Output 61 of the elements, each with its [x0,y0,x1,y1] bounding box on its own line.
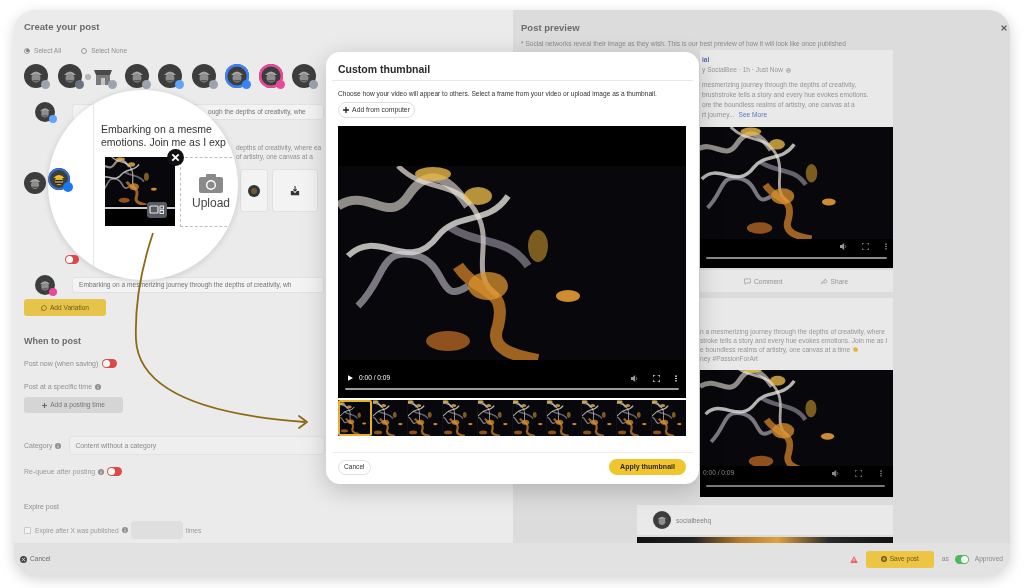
media-tile[interactable] [240,169,268,212]
account-avatar[interactable] [57,64,82,88]
upload-tile[interactable] [272,169,318,212]
play-icon[interactable] [348,375,353,381]
checkbox[interactable] [24,526,31,534]
cancel-icon [20,555,27,563]
video-frame-thumbnail[interactable] [617,400,652,436]
account-avatar[interactable] [35,275,55,295]
account-avatar[interactable] [24,172,46,194]
dialog-title: Custom thumbnail [338,63,431,76]
volume-icon[interactable] [840,243,847,250]
account-avatar [48,168,70,190]
post-text-line: Embarking on a mesme [101,123,212,135]
toggle-switch[interactable] [954,554,969,564]
video-frame-thumbnail[interactable] [512,400,547,436]
close-icon[interactable] [167,149,184,166]
video-thumbnail[interactable] [105,157,175,226]
section-title: When to post [24,336,81,346]
video-frame-thumbnail[interactable] [582,400,617,436]
camera-icon [199,174,223,193]
video-frame-thumbnail[interactable] [477,400,512,436]
toggle-switch[interactable] [65,255,79,264]
comment-icon [744,277,751,285]
toggle-switch[interactable] [107,467,123,476]
round-image-icon [248,184,260,197]
account-avatar[interactable] [124,64,149,88]
tray-icon [290,185,300,196]
thumbnail-icon[interactable] [147,202,167,218]
profile-avatar [653,511,671,529]
video-frame-thumbnail[interactable] [407,400,442,436]
info-icon [95,384,102,390]
plus-icon [343,107,350,113]
warning-icon [849,555,858,563]
video-frame-thumbnail[interactable] [372,400,407,436]
info-icon [98,468,105,475]
video-frame-thumbnail[interactable] [442,400,477,436]
account-avatar[interactable] [258,64,283,88]
radio-button[interactable] [24,47,30,54]
volume-icon[interactable] [631,374,638,382]
account-avatar[interactable] [158,64,182,88]
volume-icon[interactable] [832,470,839,477]
globe-icon [786,67,791,73]
panel-title: Post preview [521,22,580,34]
bubble-icon [40,304,47,311]
emoji-icon [853,347,859,352]
plus-icon [42,402,48,408]
account-avatar[interactable] [225,64,249,88]
plus-circle-icon [880,556,887,562]
account-avatar[interactable] [24,64,48,88]
post-text-line: emotions. Join me as I exp [101,136,226,148]
info-icon [55,442,62,449]
video-frame-thumbnail[interactable] [338,400,372,436]
video-frame-thumbnail[interactable] [547,400,582,436]
share-icon [820,277,828,285]
account-avatar[interactable] [35,102,55,122]
panel-title: Create your post [24,21,100,33]
account-avatar[interactable] [292,64,316,88]
account-avatar[interactable] [191,64,216,88]
toggle-switch[interactable] [102,359,118,368]
video-frame-thumbnail[interactable] [652,400,686,436]
info-icon [121,527,128,533]
